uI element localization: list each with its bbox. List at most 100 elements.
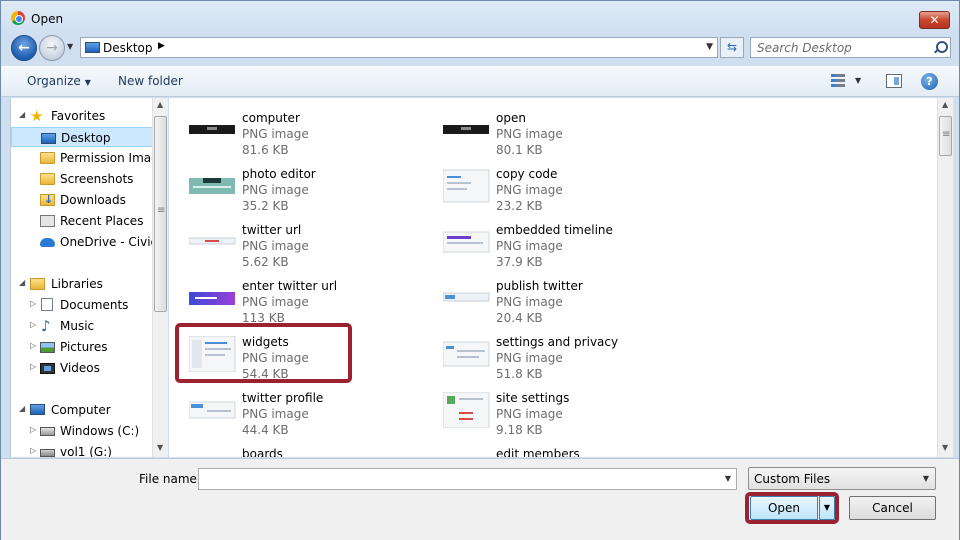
navigation-pane-scrollbar[interactable]: ▲ ▼ <box>152 98 168 457</box>
navigation-pane: ◢ ★ Favorites Desktop Permission Images … <box>10 98 168 457</box>
organize-menu[interactable]: Organize ▼ <box>27 74 91 88</box>
file-item-computer[interactable]: computer PNG image 81.6 KB <box>169 103 409 157</box>
file-name-label: File name: <box>139 472 201 486</box>
file-list-scrollbar[interactable]: ▲ ▼ <box>937 98 953 457</box>
search-icon[interactable] <box>933 41 948 55</box>
file-item-publish-twitter[interactable]: publish twitter PNG image 20.4 KB <box>423 271 663 325</box>
file-item-edit-members[interactable]: edit members <box>423 439 663 457</box>
expand-icon[interactable]: ▷ <box>30 362 36 371</box>
file-type: PNG image <box>496 351 563 365</box>
scroll-up-icon[interactable]: ▲ <box>157 100 163 109</box>
close-button[interactable]: ✕ <box>919 11 950 29</box>
search-input[interactable] <box>753 39 929 56</box>
command-bar: Organize ▼ New folder ▼ ? <box>1 65 959 97</box>
file-type: PNG image <box>496 295 563 309</box>
file-item-twitter-profile[interactable]: twitter profile PNG image 44.4 KB <box>169 383 409 437</box>
view-options-chevron-icon[interactable]: ▼ <box>855 76 861 85</box>
file-name-input[interactable] <box>199 469 714 489</box>
scrollbar-thumb[interactable] <box>939 116 952 156</box>
nav-desktop[interactable]: Desktop <box>11 127 153 147</box>
expand-icon[interactable]: ▷ <box>30 320 36 329</box>
scrollbar-thumb[interactable] <box>154 116 167 312</box>
collapse-icon[interactable]: ◢ <box>19 110 25 119</box>
image-thumbnail-icon <box>189 125 235 134</box>
file-item-enter-twitter-url[interactable]: enter twitter url PNG image 113 KB <box>169 271 409 325</box>
file-type: PNG image <box>496 183 563 197</box>
help-icon[interactable]: ? <box>921 73 938 90</box>
file-item-twitter-url[interactable]: twitter url PNG image 5.62 KB <box>169 215 409 269</box>
recent-locations-dropdown[interactable]: ▼ <box>67 41 77 53</box>
scroll-down-icon[interactable]: ▼ <box>157 443 163 452</box>
annotation-highlight-widgets <box>175 323 352 383</box>
change-view-icon[interactable] <box>831 74 845 88</box>
breadcrumb-chevron-icon[interactable]: ▶ <box>158 41 165 51</box>
file-name: edit members <box>496 447 580 457</box>
file-size: 35.2 KB <box>242 199 289 213</box>
file-item-site-settings[interactable]: site settings PNG image 9.18 KB <box>423 383 663 437</box>
nav-music[interactable]: ▷ ♪ Music <box>11 316 151 336</box>
open-options-dropdown[interactable]: ▼ <box>819 496 835 520</box>
open-button[interactable]: Open <box>750 496 818 520</box>
drive-icon <box>40 427 55 436</box>
cancel-button[interactable]: Cancel <box>849 496 936 520</box>
nav-recent-places[interactable]: Recent Places <box>11 211 151 231</box>
nav-favorites[interactable]: ◢ ★ Favorites <box>11 106 151 126</box>
address-dropdown-icon[interactable]: ▼ <box>706 42 713 52</box>
file-name: open <box>496 111 526 125</box>
file-name: embedded timeline <box>496 223 613 237</box>
nav-documents[interactable]: ▷ Documents <box>11 295 151 315</box>
image-thumbnail-icon <box>443 392 490 428</box>
nav-videos[interactable]: ▷ Videos <box>11 358 151 378</box>
organize-label: Organize <box>27 74 81 88</box>
file-item-copy-code[interactable]: copy code PNG image 23.2 KB <box>423 159 663 213</box>
expand-icon[interactable]: ▷ <box>30 446 36 455</box>
network-drive-icon <box>40 449 55 457</box>
nav-permission-images[interactable]: Permission Images <box>11 148 168 168</box>
preview-pane-icon[interactable] <box>886 74 902 88</box>
breadcrumb-desktop[interactable]: Desktop <box>103 41 153 55</box>
pictures-icon <box>40 342 55 353</box>
expand-icon[interactable]: ▷ <box>30 425 36 434</box>
nav-libraries[interactable]: ◢ Libraries <box>11 274 151 294</box>
window-title: Open <box>31 12 64 26</box>
nav-favorites-label: Favorites <box>51 109 106 123</box>
new-folder-button[interactable]: New folder <box>118 74 183 88</box>
file-size: 5.62 KB <box>242 255 289 269</box>
file-size: 20.4 KB <box>496 311 543 325</box>
search-box[interactable] <box>750 37 951 58</box>
file-name-combobox[interactable]: ▼ <box>198 468 737 490</box>
nav-recent-places-label: Recent Places <box>60 214 144 228</box>
file-item-settings-and-privacy[interactable]: settings and privacy PNG image 51.8 KB <box>423 327 663 381</box>
desktop-icon <box>41 133 56 144</box>
computer-icon <box>30 404 45 415</box>
nav-screenshots[interactable]: Screenshots <box>11 169 151 189</box>
chevron-down-icon[interactable]: ▼ <box>725 474 731 483</box>
nav-onedrive[interactable]: OneDrive - CivicPlus <box>11 232 168 252</box>
file-size: 37.9 KB <box>496 255 543 269</box>
refresh-button[interactable]: ⇆ <box>720 37 744 58</box>
file-type-select[interactable]: Custom Files ▼ <box>748 467 936 490</box>
forward-button[interactable]: → <box>39 35 65 61</box>
documents-icon <box>41 298 53 311</box>
scroll-up-icon[interactable]: ▲ <box>942 100 948 109</box>
address-bar[interactable]: Desktop ▶ ▼ <box>80 37 718 58</box>
collapse-icon[interactable]: ◢ <box>19 278 25 287</box>
nav-downloads[interactable]: Downloads <box>11 190 151 210</box>
recent-places-icon <box>40 215 55 227</box>
file-item-boards[interactable]: boards <box>169 439 409 457</box>
collapse-icon[interactable]: ◢ <box>19 404 25 413</box>
nav-pictures[interactable]: ▷ Pictures <box>11 337 151 357</box>
file-name: copy code <box>496 167 558 181</box>
expand-icon[interactable]: ▷ <box>30 341 36 350</box>
back-button[interactable]: ← <box>11 35 37 61</box>
file-item-open[interactable]: open PNG image 80.1 KB <box>423 103 663 157</box>
file-item-photo-editor[interactable]: photo editor PNG image 35.2 KB <box>169 159 409 213</box>
folder-icon <box>40 173 55 185</box>
scroll-down-icon[interactable]: ▼ <box>942 443 948 452</box>
file-item-embedded-timeline[interactable]: embedded timeline PNG image 37.9 KB <box>423 215 663 269</box>
nav-vol1-g[interactable]: ▷ vol1 (G:) <box>11 442 151 457</box>
expand-icon[interactable]: ▷ <box>30 299 36 308</box>
nav-downloads-label: Downloads <box>60 193 126 207</box>
nav-computer[interactable]: ◢ Computer <box>11 400 151 420</box>
nav-windows-c[interactable]: ▷ Windows (C:) <box>11 421 151 441</box>
